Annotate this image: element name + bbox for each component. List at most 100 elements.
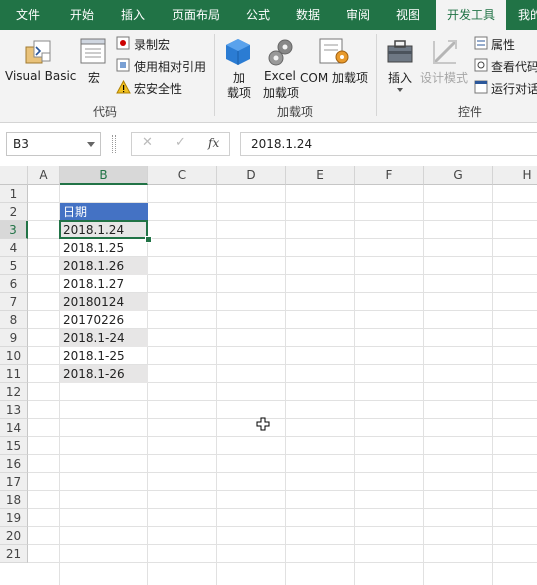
cell-b9[interactable]: 2018.1-24 [60, 329, 148, 347]
warning-icon [116, 80, 131, 94]
view-code-button[interactable]: 查看代码 [491, 58, 537, 75]
fill-handle[interactable] [145, 236, 152, 243]
cancel-icon[interactable]: ✕ [142, 135, 153, 150]
formula-input[interactable]: 2018.1.24 [240, 132, 537, 156]
column-header-f[interactable]: F [355, 166, 424, 185]
chevron-down-icon[interactable] [87, 142, 95, 147]
gridline [28, 436, 537, 437]
design-mode-button[interactable]: 设计模式 [420, 69, 468, 86]
column-header-d[interactable]: D [217, 166, 286, 185]
name-box-value: B3 [13, 137, 29, 151]
cell-b4[interactable]: 2018.1.25 [60, 239, 148, 257]
tab-data[interactable]: 数据 [282, 0, 334, 30]
cell-b2-header[interactable]: 日期 [60, 203, 148, 221]
tab-insert[interactable]: 插入 [108, 0, 158, 30]
cell-b5[interactable]: 2018.1.26 [60, 257, 148, 275]
row-header-15[interactable]: 15 [0, 437, 28, 455]
relative-reference-icon [116, 58, 130, 72]
addins-cube-icon[interactable] [224, 37, 252, 67]
tab-review[interactable]: 审阅 [334, 0, 382, 30]
cell-b8[interactable]: 20170226 [60, 311, 148, 329]
gridline [28, 400, 537, 401]
excel-addins-button-line1[interactable]: Excel [264, 69, 296, 83]
column-header-c[interactable]: C [148, 166, 217, 185]
gridline [28, 418, 537, 419]
cell-b10[interactable]: 2018.1-25 [60, 347, 148, 365]
ribbon-tab-bar: 文件 开始 插入 页面布局 公式 数据 审阅 视图 开发工具 我的 [0, 0, 537, 30]
row-header-1[interactable]: 1 [0, 185, 28, 203]
row-header-7[interactable]: 7 [0, 293, 28, 311]
tab-view[interactable]: 视图 [382, 0, 434, 30]
run-dialog-button[interactable]: 运行对话 [491, 80, 537, 97]
gridline [285, 185, 286, 585]
column-header-h[interactable]: H [493, 166, 537, 185]
column-header-b[interactable]: B [60, 166, 148, 185]
row-header-3[interactable]: 3 [0, 221, 28, 239]
row-header-10[interactable]: 10 [0, 347, 28, 365]
select-all-corner[interactable] [0, 166, 28, 185]
row-header-21[interactable]: 21 [0, 545, 28, 563]
confirm-icon[interactable]: ✓ [175, 135, 186, 150]
row-header-11[interactable]: 11 [0, 365, 28, 383]
formula-bar: B3 ✕ ✓ fx 2018.1.24 [0, 123, 537, 166]
tab-page-layout[interactable]: 页面布局 [158, 0, 234, 30]
column-header-a[interactable]: A [28, 166, 60, 185]
gridline [28, 508, 537, 509]
macro-security-button[interactable]: 宏安全性 [134, 80, 182, 97]
formula-value: 2018.1.24 [251, 137, 313, 151]
visual-basic-icon[interactable] [22, 37, 54, 67]
row-header-8[interactable]: 8 [0, 311, 28, 329]
row-header-17[interactable]: 17 [0, 473, 28, 491]
properties-button[interactable]: 属性 [491, 36, 515, 53]
row-header-5[interactable]: 5 [0, 257, 28, 275]
tab-home[interactable]: 开始 [56, 0, 108, 30]
controls-group-label: 控件 [457, 105, 482, 119]
relative-reference-button[interactable]: 使用相对引用 [134, 58, 206, 75]
insert-control-button[interactable]: 插入 [388, 69, 412, 86]
com-addins-button[interactable]: COM 加载项 [300, 69, 368, 86]
row-header-20[interactable]: 20 [0, 527, 28, 545]
row-header-18[interactable]: 18 [0, 491, 28, 509]
com-addins-icon[interactable] [318, 37, 350, 67]
excel-addins-gear-icon[interactable] [266, 37, 296, 67]
row-header-4[interactable]: 4 [0, 239, 28, 257]
macro-button[interactable]: 宏 [88, 69, 100, 86]
active-cell-selection[interactable] [59, 220, 148, 239]
row-header-19[interactable]: 19 [0, 509, 28, 527]
addins-button-line2[interactable]: 载项 [227, 84, 251, 101]
record-macro-button[interactable]: 录制宏 [134, 36, 170, 53]
row-header-13[interactable]: 13 [0, 401, 28, 419]
column-header-g[interactable]: G [424, 166, 493, 185]
row-header-16[interactable]: 16 [0, 455, 28, 473]
row-header-9[interactable]: 9 [0, 329, 28, 347]
visual-basic-button[interactable]: Visual Basic [5, 69, 76, 83]
tab-file[interactable]: 文件 [0, 0, 56, 30]
row-header-2[interactable]: 2 [0, 203, 28, 221]
row-header-14[interactable]: 14 [0, 419, 28, 437]
gridline [423, 185, 424, 585]
insert-function-icon[interactable]: fx [208, 136, 219, 150]
insert-control-toolbox-icon[interactable] [385, 37, 415, 67]
gridline [28, 544, 537, 545]
tab-my[interactable]: 我的 [510, 0, 537, 30]
chevron-down-icon[interactable] [397, 88, 403, 92]
view-code-icon [474, 58, 488, 72]
macro-icon[interactable] [80, 37, 108, 67]
row-header-12[interactable]: 12 [0, 383, 28, 401]
record-macro-icon [116, 36, 130, 50]
gridline [28, 562, 537, 563]
name-box-splitter[interactable] [112, 135, 116, 153]
name-box[interactable]: B3 [6, 132, 101, 156]
gridline [216, 185, 217, 585]
column-header-e[interactable]: E [286, 166, 355, 185]
tab-developer[interactable]: 开发工具 [436, 0, 506, 30]
cell-b11[interactable]: 2018.1-26 [60, 365, 148, 383]
code-group-label: 代码 [92, 105, 117, 119]
cell-b6[interactable]: 2018.1.27 [60, 275, 148, 293]
excel-addins-button-line2[interactable]: 加载项 [263, 84, 299, 101]
group-separator [376, 34, 377, 116]
tab-formulas[interactable]: 公式 [234, 0, 282, 30]
ribbon-panel: Visual Basic 宏 录制宏 使用相对引用 宏安全性 代码 加 载项 E… [0, 30, 537, 123]
row-header-6[interactable]: 6 [0, 275, 28, 293]
cell-b7[interactable]: 20180124 [60, 293, 148, 311]
